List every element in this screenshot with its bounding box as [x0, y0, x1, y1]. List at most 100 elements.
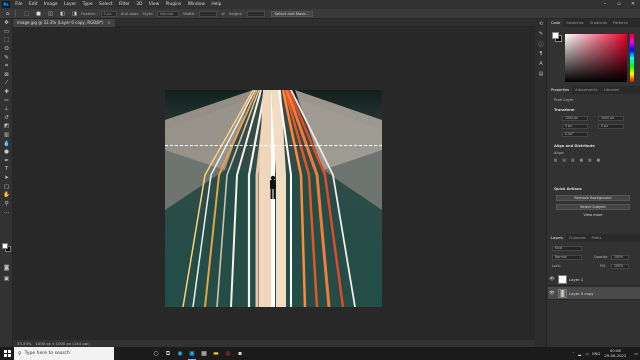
tab-libraries[interactable]: Libraries — [601, 86, 623, 94]
eyedropper-tool-icon[interactable]: ⁄ — [0, 79, 13, 88]
cortana-icon[interactable]: ○ — [150, 347, 162, 360]
chevron-up-icon[interactable]: ˄ — [572, 351, 574, 356]
network-icon[interactable]: ▂ — [578, 351, 581, 356]
feather-input[interactable]: 0 px — [100, 10, 117, 17]
tab-patterns[interactable]: Patterns — [610, 19, 631, 27]
close-icon[interactable]: ✕ — [626, 0, 640, 9]
blend-mode-select[interactable]: Normal — [552, 255, 582, 260]
new-selection-icon[interactable]: ■ — [34, 10, 43, 17]
eraser-tool-icon[interactable]: ◩ — [0, 122, 13, 131]
menu-edit[interactable]: Edit — [26, 2, 41, 7]
quick-select-tool-icon[interactable]: ✎ — [0, 53, 13, 62]
frame-tool-icon[interactable]: ⊠ — [0, 71, 13, 80]
canvas-area[interactable] — [13, 27, 535, 340]
dodge-tool-icon[interactable]: ● — [0, 148, 13, 157]
tab-paths[interactable]: Paths — [589, 234, 605, 242]
maximize-icon[interactable]: ▫ — [612, 0, 626, 9]
hand-tool-icon[interactable]: ✋ — [0, 191, 13, 200]
menu-3d[interactable]: 3D — [133, 2, 146, 7]
file-explorer-icon[interactable]: ▬ — [210, 347, 222, 360]
angle-field[interactable]: 0.00° — [562, 132, 588, 137]
tab-gradients[interactable]: Gradients — [587, 19, 611, 27]
color-picker-field[interactable] — [565, 34, 627, 82]
menu-view[interactable]: View — [146, 2, 163, 7]
intersect-selection-icon[interactable]: ◨ — [70, 10, 79, 17]
document-tab[interactable]: image.jpg @ 33.3% (Layer 0 copy, RGB/8*)… — [13, 19, 115, 27]
minimize-icon[interactable]: – — [598, 0, 612, 9]
info-panel-icon[interactable]: ⓘ — [535, 39, 547, 49]
menu-help[interactable]: Help — [208, 2, 224, 7]
crop-tool-icon[interactable]: ⌗ — [0, 62, 13, 71]
swap-icon[interactable]: ⇄ — [221, 11, 224, 16]
fill-input[interactable]: 100% — [611, 264, 629, 269]
path-selection-tool-icon[interactable]: ➤ — [0, 174, 13, 183]
tab-swatches[interactable]: Swatches — [563, 19, 586, 27]
healing-brush-tool-icon[interactable]: ✚ — [0, 88, 13, 97]
marquee-tool-icon[interactable]: ⬚ — [22, 10, 31, 17]
marquee-selection[interactable] — [165, 145, 382, 146]
layer-name[interactable]: Layer 1 — [569, 277, 583, 282]
pen-tool-icon[interactable]: ✒ — [0, 157, 13, 166]
zoom-level[interactable]: 33.33% — [17, 340, 31, 347]
photoshop-taskbar-icon[interactable]: ▣ — [186, 347, 198, 360]
width-input[interactable] — [199, 10, 218, 17]
x-field[interactable]: 0 px — [562, 124, 588, 129]
task-view-icon[interactable]: ⧉ — [162, 347, 174, 360]
history-brush-tool-icon[interactable]: ↺ — [0, 114, 13, 123]
tab-properties[interactable]: Properties — [548, 86, 573, 94]
quick-mask-icon[interactable]: ◙ — [0, 264, 13, 273]
windows-start-icon[interactable] — [0, 347, 14, 360]
gradient-tool-icon[interactable]: ▥ — [0, 131, 13, 140]
zoom-tool-icon[interactable]: ⚲ — [0, 199, 13, 208]
menu-plugins[interactable]: Plugins — [162, 2, 184, 7]
select-and-mask-button[interactable]: Select and Mask... — [270, 10, 314, 17]
notification-icon[interactable]: ▭ — [634, 351, 638, 356]
align-buttons[interactable]: ▥ ▤ ▧ ▦ ▨ ▩ — [554, 158, 602, 162]
visibility-eye-icon[interactable]: 👁 — [548, 291, 556, 296]
home-icon[interactable]: ⌂ — [3, 10, 12, 17]
document-image[interactable] — [165, 90, 382, 307]
remove-background-button[interactable]: Remove Background — [556, 195, 630, 201]
layer-name[interactable]: Layer 0 copy — [569, 291, 593, 296]
view-more-link[interactable]: View more — [556, 213, 630, 219]
marquee-tool-icon[interactable]: ⬚ — [0, 36, 13, 45]
menu-select[interactable]: Select — [96, 2, 116, 7]
screen-mode-icon[interactable]: ▣ — [0, 275, 13, 284]
menu-file[interactable]: File — [12, 2, 26, 7]
transform-header[interactable]: Transform — [554, 108, 575, 112]
style-select[interactable]: Normal — [157, 10, 180, 17]
brush-settings-icon[interactable]: ✎ — [535, 29, 547, 39]
align-header[interactable]: Align and Distribute — [554, 144, 595, 148]
menu-layer[interactable]: Layer — [61, 2, 80, 7]
y-field[interactable]: 0 px — [598, 124, 624, 129]
width-field[interactable]: 1000 px — [562, 116, 588, 121]
taskbar-search-box[interactable]: ⚲ Type here to search — [14, 347, 114, 360]
close-tab-icon[interactable]: × — [107, 20, 110, 25]
edge-icon[interactable]: ◉ — [174, 347, 186, 360]
height-input[interactable] — [246, 10, 265, 17]
character-panel-icon[interactable]: A — [535, 59, 547, 69]
subtract-selection-icon[interactable]: ◧ — [58, 10, 67, 17]
libraries-panel-icon[interactable]: ▤ — [535, 69, 547, 79]
hue-slider[interactable] — [630, 34, 634, 82]
type-tool-icon[interactable]: T — [0, 165, 13, 174]
paragraph-panel-icon[interactable]: ¶ — [535, 49, 547, 59]
volume-icon[interactable]: ◁ — [585, 351, 588, 356]
artboard-tool-icon[interactable]: ▭ — [0, 28, 13, 37]
language-indicator[interactable]: ENG — [592, 351, 600, 356]
photoshop-logo[interactable]: Ps — [2, 1, 10, 8]
quick-actions-header[interactable]: Quick Actions — [554, 187, 582, 191]
foreground-color-swatch[interactable] — [2, 243, 8, 249]
store-icon[interactable]: ▦ — [198, 347, 210, 360]
clock[interactable]: 00:08 29-06-2022 — [604, 348, 626, 358]
tab-color[interactable]: Color — [548, 19, 564, 27]
more-tools-icon[interactable]: … — [0, 208, 13, 217]
rectangle-tool-icon[interactable]: □ — [0, 182, 13, 191]
menu-window[interactable]: Window — [185, 2, 209, 7]
tab-layers[interactable]: Layers — [548, 234, 566, 242]
app-icon[interactable]: ▪ — [234, 347, 246, 360]
chrome-icon[interactable]: ◎ — [222, 347, 234, 360]
brush-tool-icon[interactable]: ✏ — [0, 96, 13, 105]
blur-tool-icon[interactable]: 💧 — [0, 139, 13, 148]
tab-adjustments[interactable]: Adjustments — [572, 86, 601, 94]
